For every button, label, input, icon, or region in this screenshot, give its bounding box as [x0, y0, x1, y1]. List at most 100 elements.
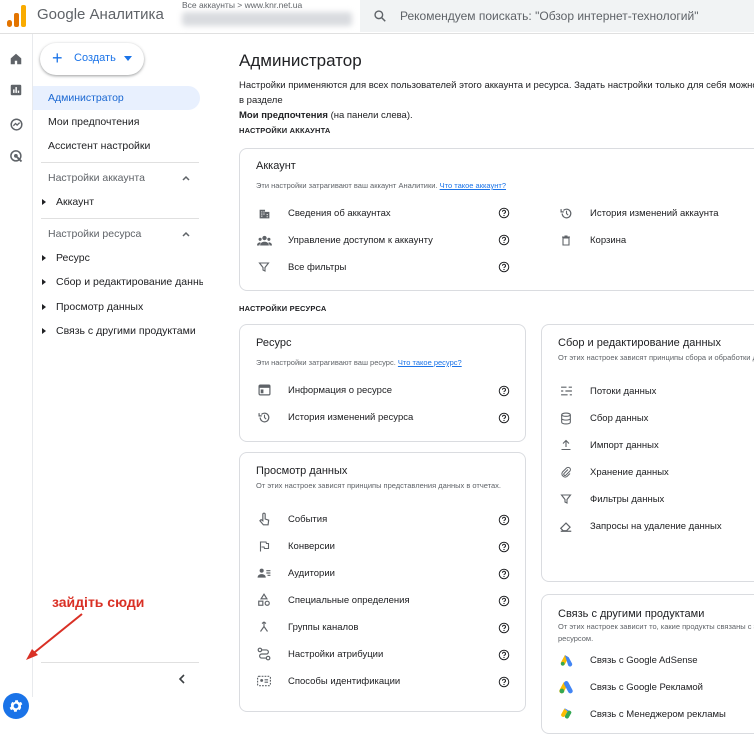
touch-icon — [256, 511, 272, 527]
filter-icon — [558, 491, 574, 507]
card-subtitle: От этих настроек зависит то, какие проду… — [558, 622, 754, 643]
nav-sub-property[interactable]: Ресурс — [33, 252, 203, 264]
expand-arrow-icon — [42, 278, 46, 285]
nav-sub-data-display[interactable]: Просмотр данных — [33, 301, 203, 313]
help-icon[interactable] — [498, 261, 510, 273]
nav-item-setup-assistant[interactable]: Ассистент настройки — [33, 134, 200, 158]
nav-sub-product-links[interactable]: Связь с другими продуктами — [33, 325, 203, 337]
chevron-left-icon[interactable] — [175, 672, 189, 686]
expand-arrow-icon — [42, 327, 46, 334]
row-data-import[interactable]: Импорт данных — [558, 434, 659, 456]
database-icon — [558, 410, 574, 426]
row-label: Связь с Менеджером рекламы — [590, 708, 726, 720]
row-conversions[interactable]: Конверсии — [256, 535, 335, 557]
help-icon[interactable] — [498, 676, 510, 688]
row-events[interactable]: События — [256, 508, 327, 530]
row-label: Импорт данных — [590, 439, 659, 451]
card-subtitle: От этих настроек зависят принципы сбора … — [558, 353, 754, 362]
people-icon — [256, 232, 272, 248]
help-icon[interactable] — [498, 385, 510, 397]
card-title: Просмотр данных — [256, 465, 348, 477]
nav-sub-data-collection[interactable]: Сбор и редактирование данных — [33, 276, 203, 288]
ad-manager-icon — [558, 706, 574, 722]
row-channel-groups[interactable]: Группы каналов — [256, 616, 358, 638]
expand-arrow-icon — [42, 198, 46, 205]
nav-section-account-settings[interactable]: Настройки аккаунта — [48, 172, 145, 184]
account-breadcrumb[interactable]: Все аккаунты > www.knr.net.ua — [182, 0, 302, 10]
search-input[interactable]: Рекомендуем поискать: "Обзор интернет-те… — [400, 9, 698, 23]
help-icon[interactable] — [498, 649, 510, 661]
advertising-icon[interactable] — [7, 147, 25, 165]
help-icon[interactable] — [498, 568, 510, 580]
nav-sub-account[interactable]: Аккаунт — [33, 196, 203, 208]
help-icon[interactable] — [498, 514, 510, 526]
help-icon[interactable] — [498, 207, 510, 219]
row-audiences[interactable]: Аудитории — [256, 562, 335, 584]
upload-icon — [558, 437, 574, 453]
row-data-collection[interactable]: Сбор данных — [558, 407, 648, 429]
chevron-up-icon[interactable] — [181, 229, 191, 239]
row-account-details[interactable]: Сведения об аккаунтах — [256, 202, 391, 224]
card-subtitle: От этих настроек зависят принципы предст… — [256, 481, 502, 490]
explore-icon[interactable] — [7, 115, 25, 133]
help-icon[interactable] — [498, 412, 510, 424]
nav-item-preferences[interactable]: Мои предпочтения — [33, 110, 200, 134]
row-adsense-link[interactable]: Связь с Google AdSense — [558, 649, 698, 671]
what-is-property-link[interactable]: Что такое ресурс? — [398, 358, 462, 367]
divider — [41, 162, 199, 163]
row-attribution-settings[interactable]: Настройки атрибуции — [256, 643, 383, 665]
product-links-card: Связь с другими продуктами От этих настр… — [541, 594, 754, 734]
chevron-up-icon[interactable] — [181, 173, 191, 183]
google-ads-icon — [558, 679, 574, 695]
row-reporting-identity[interactable]: Способы идентификации — [256, 670, 400, 692]
row-label: Фильтры данных — [590, 493, 665, 505]
row-custom-definitions[interactable]: Специальные определения — [256, 589, 410, 611]
analytics-logo-icon[interactable] — [7, 5, 27, 27]
row-label: Корзина — [590, 234, 627, 246]
row-property-change-history[interactable]: История изменений ресурса — [256, 406, 413, 428]
row-data-retention[interactable]: Хранение данных — [558, 461, 669, 483]
expand-arrow-icon — [42, 303, 46, 310]
row-label: Способы идентификации — [288, 675, 401, 687]
plus-icon: + — [52, 48, 63, 68]
row-trash[interactable]: Корзина — [558, 229, 626, 251]
nav-item-admin[interactable]: Администратор — [33, 86, 200, 110]
shapes-icon — [256, 592, 272, 608]
building-icon — [256, 205, 272, 221]
create-button[interactable]: + Создать — [40, 43, 144, 75]
data-display-card: Просмотр данных От этих настроек зависят… — [239, 452, 526, 712]
nav-sub-label: Аккаунт — [56, 196, 95, 208]
row-property-details[interactable]: Информация о ресурсе — [256, 379, 392, 401]
row-data-deletion-requests[interactable]: Запросы на удаление данных — [558, 515, 722, 537]
eraser-icon — [558, 518, 574, 534]
search-bar[interactable]: Рекомендуем поискать: "Обзор интернет-те… — [360, 0, 754, 32]
row-account-change-history[interactable]: История изменений аккаунта — [558, 202, 719, 224]
home-icon[interactable] — [7, 50, 25, 68]
row-label: История изменений ресурса — [288, 411, 414, 423]
row-label: Управление доступом к аккаунту — [288, 234, 433, 246]
help-icon[interactable] — [498, 234, 510, 246]
nav-section-property-settings[interactable]: Настройки ресурса — [48, 228, 141, 240]
top-bar: Google Аналитика Все аккаунты > www.knr.… — [0, 0, 754, 34]
row-label: Аудитории — [288, 567, 335, 579]
row-label: Настройки атрибуции — [288, 648, 384, 660]
row-label: Конверсии — [288, 540, 335, 552]
row-data-filters[interactable]: Фильтры данных — [558, 488, 664, 510]
row-account-access[interactable]: Управление доступом к аккаунту — [256, 229, 433, 251]
reports-icon[interactable] — [7, 81, 25, 99]
what-is-account-link[interactable]: Что такое аккаунт? — [440, 181, 506, 190]
row-all-filters[interactable]: Все фильтры — [256, 256, 346, 278]
row-ad-manager-link[interactable]: Связь с Менеджером рекламы — [558, 703, 726, 725]
left-rail — [0, 34, 33, 719]
card-title: Связь с другими продуктами — [558, 608, 705, 620]
row-google-ads-link[interactable]: Связь с Google Рекламой — [558, 676, 703, 698]
help-icon[interactable] — [498, 541, 510, 553]
row-data-streams[interactable]: Потоки данных — [558, 380, 656, 402]
account-selector-blurred[interactable] — [182, 12, 352, 26]
annotation-arrow-icon — [26, 613, 83, 660]
help-icon[interactable] — [498, 595, 510, 607]
help-icon[interactable] — [498, 622, 510, 634]
row-label: Хранение данных — [590, 466, 669, 478]
streams-icon — [558, 383, 574, 399]
row-label: Сведения об аккаунтах — [288, 207, 391, 219]
